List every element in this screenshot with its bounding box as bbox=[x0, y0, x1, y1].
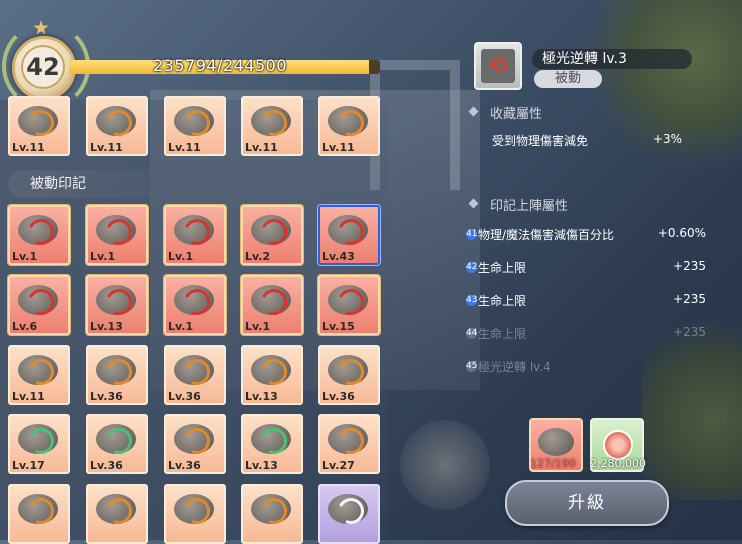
skill-icon: ⟲ bbox=[474, 42, 522, 90]
rune-slot[interactable]: Lv.6 bbox=[8, 275, 70, 335]
deploy-attribute-value: +235 bbox=[673, 325, 706, 339]
rune-slot[interactable]: Lv.36 bbox=[86, 414, 148, 474]
rune-slot[interactable]: Lv.36 bbox=[86, 345, 148, 405]
rune-slot[interactable] bbox=[164, 484, 226, 544]
rune-level: Lv.13 bbox=[90, 320, 123, 333]
skill-name: 極光逆轉 lv.3 bbox=[532, 49, 692, 69]
rune-slot[interactable]: Lv.1 bbox=[241, 275, 303, 335]
section-title-passive-runes: 被動印記 bbox=[8, 170, 210, 198]
deploy-level-marker: 44 bbox=[466, 328, 478, 339]
xp-text: 235794/244500 bbox=[152, 56, 288, 75]
rune-slot[interactable]: Lv.2 bbox=[241, 205, 303, 265]
background-mascot bbox=[400, 420, 490, 510]
rune-slot[interactable]: Lv.27 bbox=[318, 414, 380, 474]
rune-level: Lv.17 bbox=[12, 459, 45, 472]
deploy-attribute-label: 生命上限 bbox=[478, 261, 527, 275]
deploy-attribute-row: 44生命上限 +235 bbox=[466, 325, 706, 345]
collection-attribute-label: 受到物理傷害減免 bbox=[492, 134, 589, 148]
rune-level: Lv.36 bbox=[168, 390, 201, 403]
skill-type-tag: 被動 bbox=[534, 70, 602, 88]
rune-level: Lv.11 bbox=[12, 141, 45, 154]
rune-level: Lv.15 bbox=[322, 320, 355, 333]
collection-attribute: 受到物理傷害減免 +3% bbox=[492, 132, 692, 152]
rune-slot[interactable]: Lv.36 bbox=[318, 345, 380, 405]
rune-slot[interactable]: Lv.13 bbox=[86, 275, 148, 335]
coin-count: 2,280,000 bbox=[590, 457, 646, 470]
rune-slot[interactable] bbox=[241, 484, 303, 544]
rune-level: Lv.1 bbox=[168, 320, 194, 333]
rune-level: Lv.6 bbox=[12, 320, 38, 333]
rune-slot[interactable]: Lv.13 bbox=[241, 414, 303, 474]
rune-slot[interactable] bbox=[86, 484, 148, 544]
rune-slot[interactable]: Lv.11 bbox=[86, 96, 148, 156]
rune-slot[interactable]: Lv.11 bbox=[164, 96, 226, 156]
rune-level: Lv.13 bbox=[245, 459, 278, 472]
player-level-badge: 42 bbox=[12, 36, 76, 100]
rune-level: Lv.13 bbox=[245, 390, 278, 403]
rune-level: Lv.27 bbox=[322, 459, 355, 472]
deploy-level-marker: 45 bbox=[466, 361, 478, 372]
rune-level: Lv.11 bbox=[168, 141, 201, 154]
rune-slot[interactable]: Lv.13 bbox=[241, 345, 303, 405]
rune-slot[interactable]: Lv.11 bbox=[318, 96, 380, 156]
deploy-attribute-row: 45極光逆轉 lv.4 bbox=[466, 358, 706, 378]
deploy-attribute-label: 生命上限 bbox=[478, 327, 527, 341]
rune-count: 127/190 bbox=[530, 457, 576, 470]
deploy-attribute-label: 極光逆轉 lv.4 bbox=[478, 360, 551, 374]
deploy-level-marker: 42 bbox=[466, 262, 478, 273]
rune-slot[interactable]: Lv.1 bbox=[8, 205, 70, 265]
rune-level: Lv.2 bbox=[245, 250, 271, 263]
deploy-attribute-row: 42生命上限 +235 bbox=[466, 259, 706, 279]
rune-level: Lv.1 bbox=[245, 320, 271, 333]
coin-icon bbox=[603, 430, 633, 460]
deploy-attribute-row: 43生命上限 +235 bbox=[466, 292, 706, 312]
rune-slot[interactable]: Lv.1 bbox=[164, 275, 226, 335]
deploy-attribute-value: +235 bbox=[673, 292, 706, 306]
rune-slot[interactable]: Lv.1 bbox=[86, 205, 148, 265]
collection-attribute-value: +3% bbox=[652, 132, 682, 146]
rune-slot[interactable]: Lv.1 bbox=[164, 205, 226, 265]
deploy-attribute-label: 物理/魔法傷害減傷百分比 bbox=[478, 228, 615, 242]
rune-slot[interactable] bbox=[8, 484, 70, 544]
deploy-level-marker: 41 bbox=[466, 229, 478, 240]
rune-slot[interactable]: Lv.11 bbox=[8, 96, 70, 156]
rune-level: Lv.36 bbox=[90, 459, 123, 472]
upgrade-button[interactable]: 升級 bbox=[505, 480, 669, 526]
rune-slot[interactable]: Lv.36 bbox=[164, 345, 226, 405]
rune-level: Lv.11 bbox=[90, 141, 123, 154]
rune-level: Lv.1 bbox=[90, 250, 116, 263]
rune-slot[interactable]: Lv.11 bbox=[241, 96, 303, 156]
rune-level: Lv.1 bbox=[12, 250, 38, 263]
rune-level: Lv.1 bbox=[168, 250, 194, 263]
rune-level: Lv.36 bbox=[168, 459, 201, 472]
rune-slot[interactable]: Lv.43 bbox=[318, 205, 380, 265]
rune-slot[interactable]: Lv.36 bbox=[164, 414, 226, 474]
deploy-attribute-label: 生命上限 bbox=[478, 294, 527, 308]
aurora-reversal-icon: ⟲ bbox=[481, 49, 515, 83]
rune-level: Lv.11 bbox=[322, 141, 355, 154]
rune-level: Lv.43 bbox=[322, 250, 355, 263]
rune-slot[interactable]: Lv.17 bbox=[8, 414, 70, 474]
rune-level: Lv.11 bbox=[12, 390, 45, 403]
rune-slot[interactable]: Lv.11 bbox=[8, 345, 70, 405]
deploy-attribute-row: 41物理/魔法傷害減傷百分比 +0.60% bbox=[466, 226, 706, 246]
deploy-title: 印記上陣屬性 bbox=[490, 199, 569, 214]
rune-level: Lv.11 bbox=[245, 141, 278, 154]
deploy-attribute-value: +0.60% bbox=[657, 226, 706, 240]
rune-level: Lv.36 bbox=[322, 390, 355, 403]
collection-title: 收藏屬性 bbox=[490, 107, 543, 122]
rune-slot[interactable] bbox=[318, 484, 380, 544]
rune-stone-icon bbox=[538, 428, 574, 456]
deploy-level-marker: 43 bbox=[466, 295, 478, 306]
rune-slot[interactable]: Lv.15 bbox=[318, 275, 380, 335]
rune-level: Lv.36 bbox=[90, 390, 123, 403]
deploy-attribute-value: +235 bbox=[673, 259, 706, 273]
player-level: 42 bbox=[21, 45, 65, 89]
